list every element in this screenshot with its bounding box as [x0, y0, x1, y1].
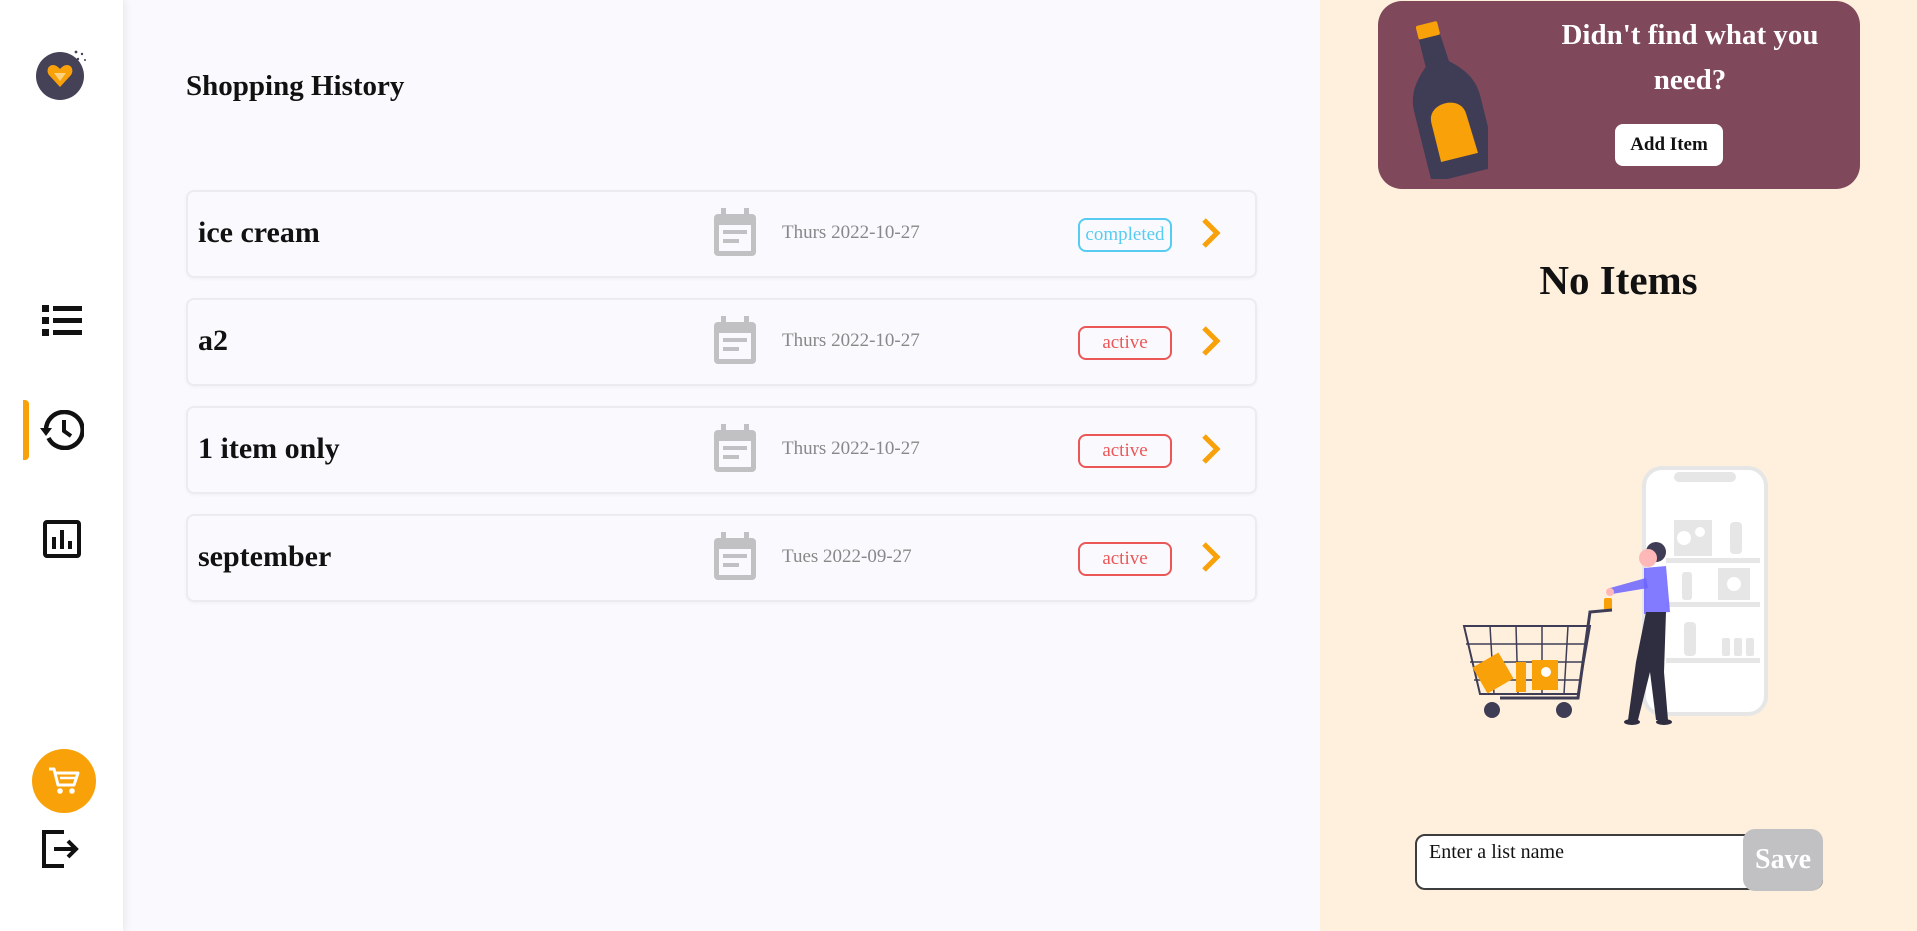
sidebar-item-history[interactable] [0, 400, 123, 460]
list-name: a2 [198, 324, 228, 357]
active-indicator [23, 400, 29, 460]
calendar-icon [714, 424, 756, 472]
calendar-icon [714, 208, 756, 256]
chevron-right-icon[interactable] [1198, 540, 1224, 574]
list-name-input[interactable] [1429, 840, 1729, 864]
cart-icon [49, 767, 80, 794]
list-date: Thurs 2022-10-27 [782, 222, 920, 243]
list-date: Thurs 2022-10-27 [782, 330, 920, 351]
chevron-right-icon[interactable] [1198, 216, 1224, 250]
sidebar-item-list[interactable] [0, 291, 123, 351]
bottle-icon [1412, 21, 1488, 179]
history-list-row[interactable]: a2 Thurs 2022-10-27 active [186, 298, 1257, 386]
status-badge: completed [1078, 218, 1172, 252]
promo-text: Didn't find what you need? [1561, 19, 1819, 96]
history-list-row[interactable]: ice cream Thurs 2022-10-27 completed [186, 190, 1257, 278]
list-date: Thurs 2022-10-27 [782, 438, 920, 459]
empty-state-text: No Items [1539, 257, 1698, 303]
history-list-row[interactable]: september Tues 2022-09-27 active [186, 514, 1257, 602]
cart-button[interactable] [32, 749, 96, 813]
chevron-right-icon[interactable] [1198, 432, 1224, 466]
shopping-illustration [1462, 466, 1768, 725]
sidebar [0, 0, 123, 931]
page-title: Shopping History [186, 70, 405, 102]
history-icon [39, 410, 84, 450]
add-item-button[interactable]: Add Item [1615, 124, 1723, 166]
shopping-list-panel: Didn't find what you need? Add Item No I… [1320, 0, 1917, 931]
save-button[interactable]: Save [1743, 829, 1823, 891]
status-badge: active [1078, 542, 1172, 576]
logout-icon [42, 830, 79, 868]
list-icon [41, 305, 82, 336]
logo-heart-icon [47, 65, 73, 87]
logout-button[interactable] [40, 829, 80, 869]
logo[interactable] [36, 50, 86, 100]
history-list-row[interactable]: 1 item only Thurs 2022-10-27 active [186, 406, 1257, 494]
main-content: Shopping History ice cream Thurs 2022-10… [123, 0, 1320, 931]
list-name: september [198, 540, 332, 573]
list-name: ice cream [198, 216, 320, 249]
status-badge: active [1078, 326, 1172, 360]
logo-sparkle-icon [74, 50, 86, 61]
status-badge: active [1078, 434, 1172, 468]
statistics-icon [42, 520, 81, 558]
calendar-icon [714, 532, 756, 580]
add-item-promo: Didn't find what you need? Add Item [1378, 1, 1860, 189]
list-date: Tues 2022-09-27 [782, 546, 912, 567]
chevron-right-icon[interactable] [1198, 324, 1224, 358]
sidebar-item-statistics[interactable] [0, 509, 123, 569]
calendar-icon [714, 316, 756, 364]
list-name: 1 item only [198, 432, 340, 465]
